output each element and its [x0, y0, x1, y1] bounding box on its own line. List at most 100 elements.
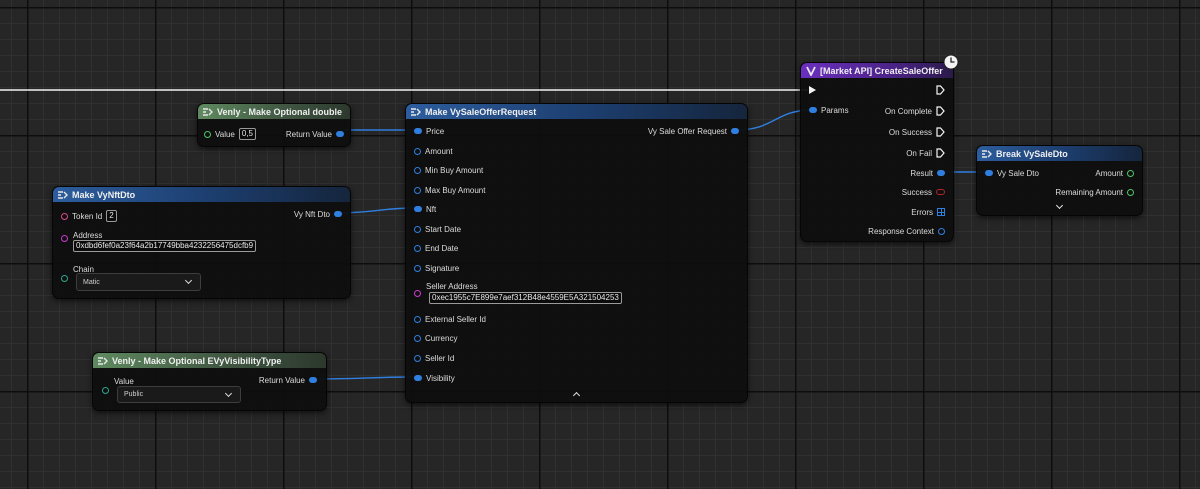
node-create-sale-offer[interactable]: [Market API] CreateSaleOffer Params On C… — [800, 54, 959, 242]
exec-pin-icon[interactable] — [936, 148, 945, 158]
params-pin[interactable]: Params — [809, 104, 849, 116]
pin-connector-icon[interactable] — [334, 211, 342, 217]
node-header: Venly - Make Optional double — [198, 104, 350, 119]
pin-connector-icon[interactable] — [414, 375, 422, 381]
currency-pin[interactable]: Currency — [414, 332, 457, 344]
exec-output-pin[interactable] — [936, 84, 945, 96]
pin-connector-icon[interactable] — [414, 354, 421, 362]
start-date-pin[interactable]: Start Date — [414, 223, 461, 235]
seller-id-pin[interactable]: Seller Id — [414, 352, 454, 364]
address-input[interactable]: 0xdbd6fef0a23f64a2b17749bba4232256475dcf… — [73, 240, 257, 252]
vy-nft-dto-output-pin[interactable]: Vy Nft Dto — [294, 208, 342, 220]
result-pin[interactable]: Result — [910, 167, 945, 179]
node-make-optional-double[interactable]: Venly - Make Optional double Value 0,5 R… — [197, 103, 351, 147]
price-pin[interactable]: Price — [414, 125, 444, 137]
exec-pin-icon[interactable] — [936, 106, 945, 116]
success-pin[interactable]: Success — [902, 186, 945, 198]
pin-label: Vy Sale Dto — [997, 168, 1039, 178]
external-seller-id-pin[interactable]: External Seller Id — [414, 313, 486, 325]
pin-connector-icon[interactable] — [102, 386, 109, 394]
struct-icon — [411, 107, 421, 116]
pin-connector-icon[interactable] — [309, 377, 317, 383]
pin-connector-icon[interactable] — [414, 289, 421, 297]
pin-label: End Date — [425, 243, 459, 253]
response-context-pin[interactable]: Response Context — [868, 225, 945, 237]
pin-connector-icon[interactable] — [204, 130, 211, 138]
node-make-sale-offer-request[interactable]: Make VySaleOfferRequest Vy Sale Offer Re… — [405, 103, 748, 403]
pin-connector-icon[interactable] — [336, 131, 344, 137]
chain-pin[interactable] — [61, 272, 68, 284]
expand-chevron-down-icon[interactable] — [1055, 201, 1064, 210]
pin-connector-icon[interactable] — [985, 170, 993, 176]
pin-connector-icon[interactable] — [414, 186, 421, 194]
pin-connector-icon[interactable] — [1127, 169, 1134, 177]
node-make-nft-dto[interactable]: Make VyNftDto Token Id 2 Vy Nft Dto Addr… — [52, 186, 351, 299]
address-field[interactable]: 0xdbd6fef0a23f64a2b17749bba4232256475dcf… — [69, 240, 257, 252]
pin-connector-icon[interactable] — [414, 334, 421, 342]
pin-connector-icon[interactable] — [414, 128, 422, 134]
pin-connector-icon[interactable] — [414, 244, 421, 252]
pin-connector-icon[interactable] — [414, 225, 421, 233]
value-pin[interactable]: Value 0,5 — [204, 128, 256, 140]
array-pin-icon[interactable] — [937, 208, 945, 216]
exec-pin-icon[interactable] — [809, 86, 816, 94]
pin-label: External Seller Id — [425, 314, 486, 324]
collapse-chevron-up-icon[interactable] — [572, 391, 581, 400]
errors-pin[interactable]: Errors — [911, 206, 945, 218]
amount-pin[interactable]: Amount — [414, 145, 453, 157]
max-buy-amount-pin[interactable]: Max Buy Amount — [414, 184, 485, 196]
token-id-pin[interactable]: Token Id 2 — [61, 210, 117, 222]
node-header: [Market API] CreateSaleOffer — [801, 63, 953, 78]
pin-connector-icon[interactable] — [1127, 188, 1134, 196]
pin-connector-icon[interactable] — [936, 189, 945, 195]
pin-connector-icon[interactable] — [414, 147, 421, 155]
pin-connector-icon[interactable] — [937, 170, 945, 176]
pin-label: Currency — [425, 333, 458, 343]
vy-sale-dto-input-pin[interactable]: Vy Sale Dto — [985, 167, 1039, 179]
pin-connector-icon[interactable] — [414, 264, 421, 272]
on-success-pin[interactable]: On Success — [889, 126, 945, 138]
visibility-value-pin[interactable] — [102, 384, 109, 396]
visibility-dropdown[interactable]: Public — [117, 386, 241, 403]
vy-sale-offer-request-output-pin[interactable]: Vy Sale Offer Request — [648, 125, 739, 137]
pin-connector-icon[interactable] — [809, 107, 817, 113]
chain-dropdown[interactable]: Matic — [76, 273, 201, 291]
pin-connector-icon[interactable] — [938, 227, 945, 235]
signature-pin[interactable]: Signature — [414, 262, 459, 274]
exec-pin-icon[interactable] — [936, 127, 945, 137]
chevron-down-icon — [224, 389, 233, 398]
exec-pin-icon[interactable] — [936, 85, 945, 95]
token-id-input[interactable]: 2 — [106, 210, 117, 222]
seller-address-pin[interactable] — [414, 287, 421, 299]
pin-connector-icon[interactable] — [61, 234, 68, 242]
pin-connector-icon[interactable] — [61, 212, 68, 220]
node-break-sale-dto[interactable]: Break VySaleDto Vy Sale Dto Amount Remai… — [976, 145, 1143, 216]
pin-connector-icon[interactable] — [414, 166, 421, 174]
exec-input-pin[interactable] — [809, 84, 816, 96]
pin-connector-icon[interactable] — [731, 128, 739, 134]
pin-connector-icon[interactable] — [414, 206, 422, 212]
node-title: Break VySaleDto — [996, 148, 1068, 159]
nft-pin[interactable]: Nft — [414, 203, 436, 215]
min-buy-amount-pin[interactable]: Min Buy Amount — [414, 164, 483, 176]
pin-connector-icon[interactable] — [61, 274, 68, 282]
on-fail-pin[interactable]: On Fail — [906, 147, 945, 159]
node-title: Make VySaleOfferRequest — [425, 106, 537, 117]
visibility-pin[interactable]: Visibility — [414, 372, 455, 384]
pin-connector-icon[interactable] — [414, 315, 421, 323]
seller-address-input[interactable]: 0xec1955c7E899e7aef312B48e4559E5A3215042… — [429, 292, 622, 304]
seller-address-field[interactable]: 0xec1955c7E899e7aef312B48e4559E5A3215042… — [425, 292, 622, 304]
node-header: Venly - Make Optional EVyVisibilityType — [93, 353, 326, 368]
remaining-amount-output-pin[interactable]: Remaining Amount — [1055, 186, 1134, 198]
node-make-optional-visibility[interactable]: Venly - Make Optional EVyVisibilityType … — [92, 352, 327, 411]
return-value-pin[interactable]: Return Value — [259, 374, 317, 386]
visibility-selected-value: Public — [124, 391, 144, 398]
value-input[interactable]: 0,5 — [238, 128, 256, 140]
return-value-pin[interactable]: Return Value — [286, 128, 344, 140]
node-title: Venly - Make Optional EVyVisibilityType — [112, 355, 282, 366]
amount-output-pin[interactable]: Amount — [1095, 167, 1134, 179]
address-pin[interactable] — [61, 232, 68, 244]
end-date-pin[interactable]: End Date — [414, 242, 458, 254]
on-complete-pin[interactable]: On Complete — [885, 105, 945, 117]
pin-label: Vy Sale Offer Request — [647, 126, 727, 136]
